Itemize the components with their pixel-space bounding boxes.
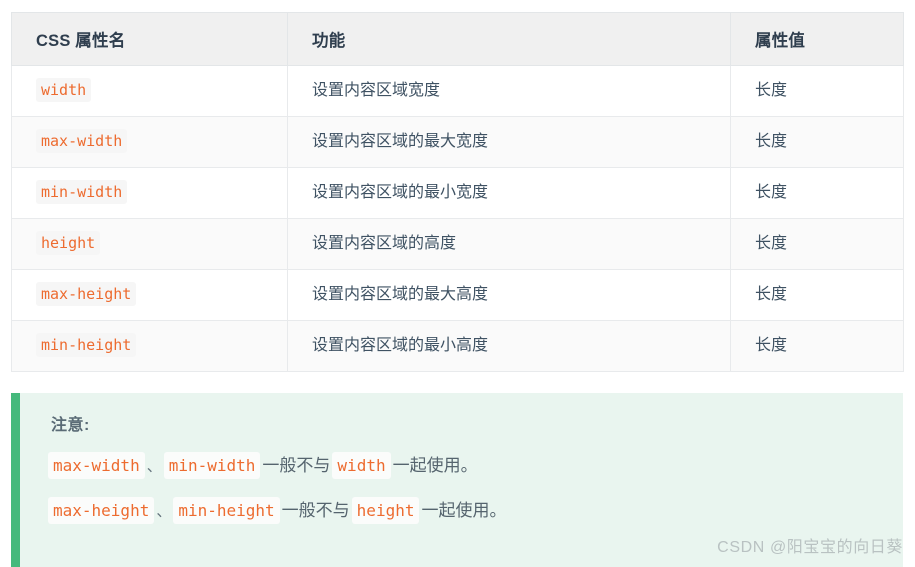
code-chip-max-height: max-height bbox=[36, 281, 137, 306]
column-header-property: CSS 属性名 bbox=[11, 12, 288, 66]
column-header-function: 功能 bbox=[287, 12, 731, 66]
table-header-row: CSS 属性名 功能 属性值 bbox=[11, 12, 904, 66]
note-text-mid: 一般不与 bbox=[281, 500, 350, 520]
column-header-value: 属性值 bbox=[730, 12, 904, 66]
cell-value: 长度 bbox=[730, 65, 904, 117]
note-separator: 、 bbox=[156, 502, 172, 520]
code-chip-height: height bbox=[36, 230, 101, 255]
table-row: max-width 设置内容区域的最大宽度 长度 bbox=[11, 116, 904, 168]
cell-function: 设置内容区域的最大高度 bbox=[287, 269, 731, 321]
table-body: width 设置内容区域宽度 长度 max-width 设置内容区域的最大宽度 … bbox=[11, 65, 904, 372]
css-properties-table-container: CSS 属性名 功能 属性值 width 设置内容区域宽度 长度 max-wid… bbox=[11, 12, 904, 372]
cell-function: 设置内容区域的高度 bbox=[287, 218, 731, 270]
cell-property: max-height bbox=[11, 269, 288, 321]
css-properties-table: CSS 属性名 功能 属性值 width 设置内容区域宽度 长度 max-wid… bbox=[11, 12, 904, 372]
note-code-height: height bbox=[351, 496, 420, 524]
note-callout: 注意: max-width、 min-width 一般不与 width 一起使用。 ma… bbox=[11, 393, 903, 567]
table-row: height 设置内容区域的高度 长度 bbox=[11, 218, 904, 270]
cell-property: min-height bbox=[11, 320, 288, 372]
page-root: CSS 属性名 功能 属性值 width 设置内容区域宽度 长度 max-wid… bbox=[0, 0, 915, 567]
note-code-min-width: min-width bbox=[163, 452, 261, 479]
code-chip-min-height: min-height bbox=[36, 332, 137, 357]
note-text-tail: 一起使用。 bbox=[392, 456, 478, 475]
note-line-height: max-height、 min-height 一般不与 height 一起使用。 bbox=[48, 496, 903, 524]
table-row: max-height 设置内容区域的最大高度 长度 bbox=[11, 269, 904, 321]
cell-function: 设置内容区域宽度 bbox=[287, 65, 731, 117]
note-code-min-height: min-height bbox=[173, 496, 280, 524]
note-text-mid: 一般不与 bbox=[262, 456, 331, 475]
cell-value: 长度 bbox=[730, 167, 904, 219]
cell-function: 设置内容区域的最小宽度 bbox=[287, 167, 731, 219]
cell-function: 设置内容区域的最小高度 bbox=[287, 320, 731, 372]
code-chip-min-width: min-width bbox=[36, 179, 128, 204]
cell-function: 设置内容区域的最大宽度 bbox=[287, 116, 731, 168]
table-row: min-width 设置内容区域的最小宽度 长度 bbox=[11, 167, 904, 219]
code-chip-width: width bbox=[36, 77, 92, 102]
note-title: 注意: bbox=[51, 417, 90, 434]
cell-property: height bbox=[11, 218, 288, 270]
cell-value: 长度 bbox=[730, 218, 904, 270]
cell-property: max-width bbox=[11, 116, 288, 168]
note-code-max-height: max-height bbox=[48, 496, 155, 524]
note-line-width: max-width、 min-width 一般不与 width 一起使用。 bbox=[48, 452, 903, 479]
table-header: CSS 属性名 功能 属性值 bbox=[11, 12, 904, 66]
note-code-max-width: max-width bbox=[48, 452, 145, 479]
table-row: width 设置内容区域宽度 长度 bbox=[11, 65, 904, 117]
cell-value: 长度 bbox=[730, 320, 904, 372]
cell-value: 长度 bbox=[730, 269, 904, 321]
cell-property: width bbox=[11, 65, 288, 117]
note-text-tail: 一起使用。 bbox=[421, 500, 507, 520]
cell-value: 长度 bbox=[730, 116, 904, 168]
table-row: min-height 设置内容区域的最小高度 长度 bbox=[11, 320, 904, 372]
note-code-width: width bbox=[332, 452, 391, 479]
note-separator: 、 bbox=[146, 458, 162, 475]
cell-property: min-width bbox=[11, 167, 288, 219]
code-chip-max-width: max-width bbox=[36, 128, 128, 153]
